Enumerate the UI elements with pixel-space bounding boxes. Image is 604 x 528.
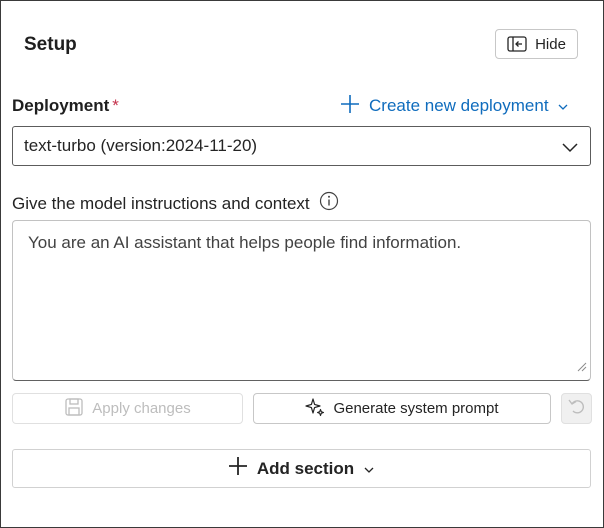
undo-button[interactable]: [561, 393, 592, 424]
add-section-label: Add section: [256, 458, 355, 478]
setup-panel: Setup Hide Deployment * Create new deploy…: [0, 0, 604, 528]
required-marker: *: [112, 96, 119, 115]
hide-button-label: Hide: [535, 35, 566, 53]
generate-system-prompt-button[interactable]: Generate system prompt: [253, 393, 551, 424]
system-message-text: You are an AI assistant that helps peopl…: [28, 233, 462, 252]
deployment-label-text: Deployment: [12, 96, 110, 115]
create-deployment-label: Create new deployment: [369, 96, 549, 115]
plus-icon: [339, 93, 361, 120]
panel-title: Setup: [24, 34, 77, 55]
deployment-label: Deployment *: [12, 96, 119, 116]
chevron-down-icon: [557, 96, 569, 116]
hide-button[interactable]: Hide: [495, 29, 578, 59]
chevron-down-icon: [363, 459, 375, 479]
resize-grip-icon[interactable]: [577, 357, 587, 377]
deployment-select[interactable]: text-turbo (version:2024-11-20): [12, 126, 591, 166]
generate-system-prompt-label: Generate system prompt: [333, 400, 499, 417]
plus-icon: [228, 456, 248, 481]
add-section-button[interactable]: Add section: [12, 449, 591, 488]
create-deployment-link[interactable]: Create new deployment: [339, 93, 569, 119]
instructions-label-text: Give the model instructions and context: [12, 193, 310, 213]
system-message-textarea[interactable]: You are an AI assistant that helps peopl…: [12, 220, 591, 381]
instructions-label: Give the model instructions and context: [12, 191, 339, 216]
undo-icon: [567, 396, 587, 421]
chevron-down-icon: [562, 139, 578, 159]
deployment-selected-value: text-turbo (version:2024-11-20): [24, 136, 258, 155]
apply-changes-button[interactable]: Apply changes: [12, 393, 243, 424]
apply-changes-label: Apply changes: [92, 400, 191, 417]
save-icon: [64, 397, 84, 421]
sparkle-icon: [305, 397, 325, 421]
panel-collapse-icon: [507, 36, 527, 52]
info-icon[interactable]: [319, 191, 339, 216]
